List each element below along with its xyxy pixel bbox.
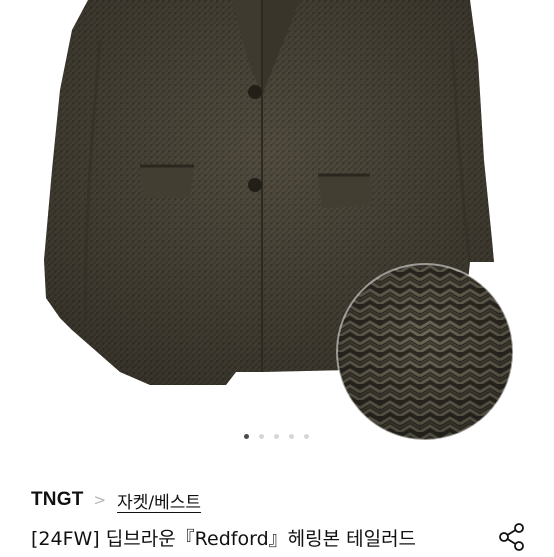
product-image[interactable]: [0, 0, 554, 462]
product-title: [24FW] 딥브라운『Redford』헤링본 테일러드: [31, 528, 417, 550]
right-pocket-flap: [318, 175, 372, 208]
chevron-right-icon: >: [93, 491, 107, 509]
jacket-photo: [44, 0, 514, 441]
left-pocket-flap: [140, 166, 194, 197]
carousel-dot-active[interactable]: [244, 434, 249, 439]
category-link[interactable]: 자켓/베스트: [117, 488, 201, 513]
share-button[interactable]: [496, 521, 528, 553]
carousel-dot[interactable]: [289, 434, 294, 439]
breadcrumb: TNGT > 자켓/베스트: [31, 486, 201, 514]
share-icon: [499, 523, 524, 551]
carousel-dot[interactable]: [304, 434, 309, 439]
carousel-indicator: [0, 431, 554, 443]
carousel-dot[interactable]: [259, 434, 264, 439]
jacket-button: [248, 85, 262, 99]
brand-link[interactable]: TNGT: [31, 489, 84, 511]
carousel-dot[interactable]: [274, 434, 279, 439]
jacket-button: [248, 178, 262, 192]
